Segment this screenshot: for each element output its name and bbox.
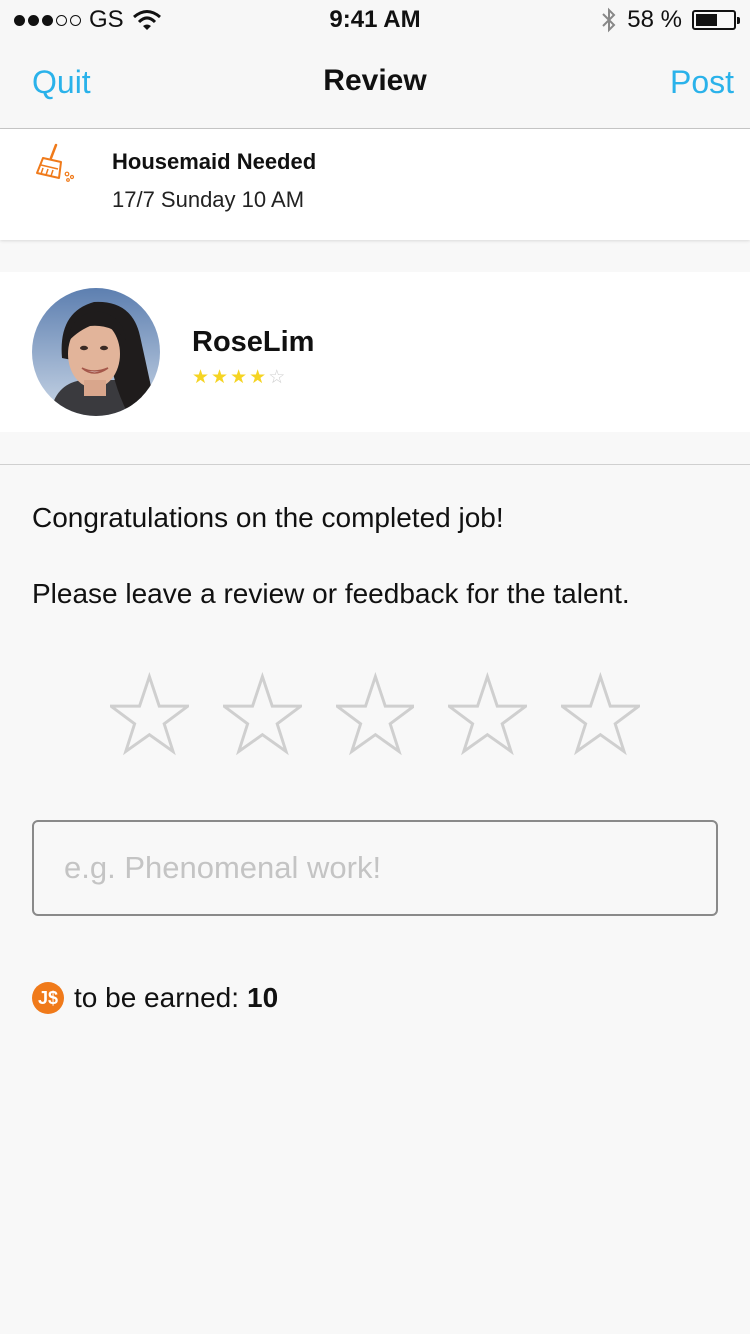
battery-icon [692, 10, 740, 30]
job-date: 17/7 Sunday 10 AM [112, 187, 305, 212]
feedback-input[interactable] [32, 820, 718, 916]
broom-icon [36, 143, 75, 182]
job-card[interactable]: Housemaid Needed 17/7 Sunday 10 AM [0, 129, 750, 240]
rating-star-3-icon[interactable] [335, 672, 415, 756]
star-filled-icon: ★ [211, 367, 229, 388]
battery-percent: 58 % [627, 6, 682, 33]
review-prompt: Please leave a review or feedback for th… [32, 578, 630, 609]
bluetooth-icon [602, 7, 616, 33]
post-button[interactable]: Post [670, 64, 734, 101]
rating-star-5-icon[interactable] [561, 672, 640, 756]
avatar[interactable] [32, 288, 160, 416]
status-bar: GS 9:41 AM 58 % [0, 0, 750, 40]
navigation-bar: Quit Review Post [0, 40, 750, 129]
rating-star-1-icon[interactable] [110, 672, 189, 756]
star-filled-icon: ★ [249, 367, 267, 388]
page-title: Review [323, 64, 427, 97]
earnings-label: to be earned: [74, 982, 240, 1013]
star-empty-icon: ☆ [268, 367, 286, 388]
congrats-message: Congratulations on the completed job! [32, 502, 504, 533]
earnings-value: 10 [247, 982, 279, 1013]
talent-card[interactable]: RoseLim ★ ★ ★ ★ ☆ [0, 272, 750, 432]
star-filled-icon: ★ [192, 367, 210, 388]
coin-icon: J$ [32, 982, 64, 1014]
rating-star-4-icon[interactable] [448, 672, 528, 756]
status-right: 58 % [601, 6, 740, 34]
star-rating-input[interactable] [110, 672, 640, 762]
avatar-image [32, 288, 160, 416]
earnings-row: J$ to be earned: 10 [32, 982, 278, 1014]
talent-name: RoseLim [192, 326, 315, 358]
talent-rating: ★ ★ ★ ★ ☆ [192, 366, 285, 389]
star-filled-icon: ★ [230, 367, 248, 388]
battery-level [696, 14, 717, 26]
divider [0, 464, 750, 465]
rating-star-2-icon[interactable] [222, 672, 302, 756]
job-title: Housemaid Needed [112, 149, 317, 174]
